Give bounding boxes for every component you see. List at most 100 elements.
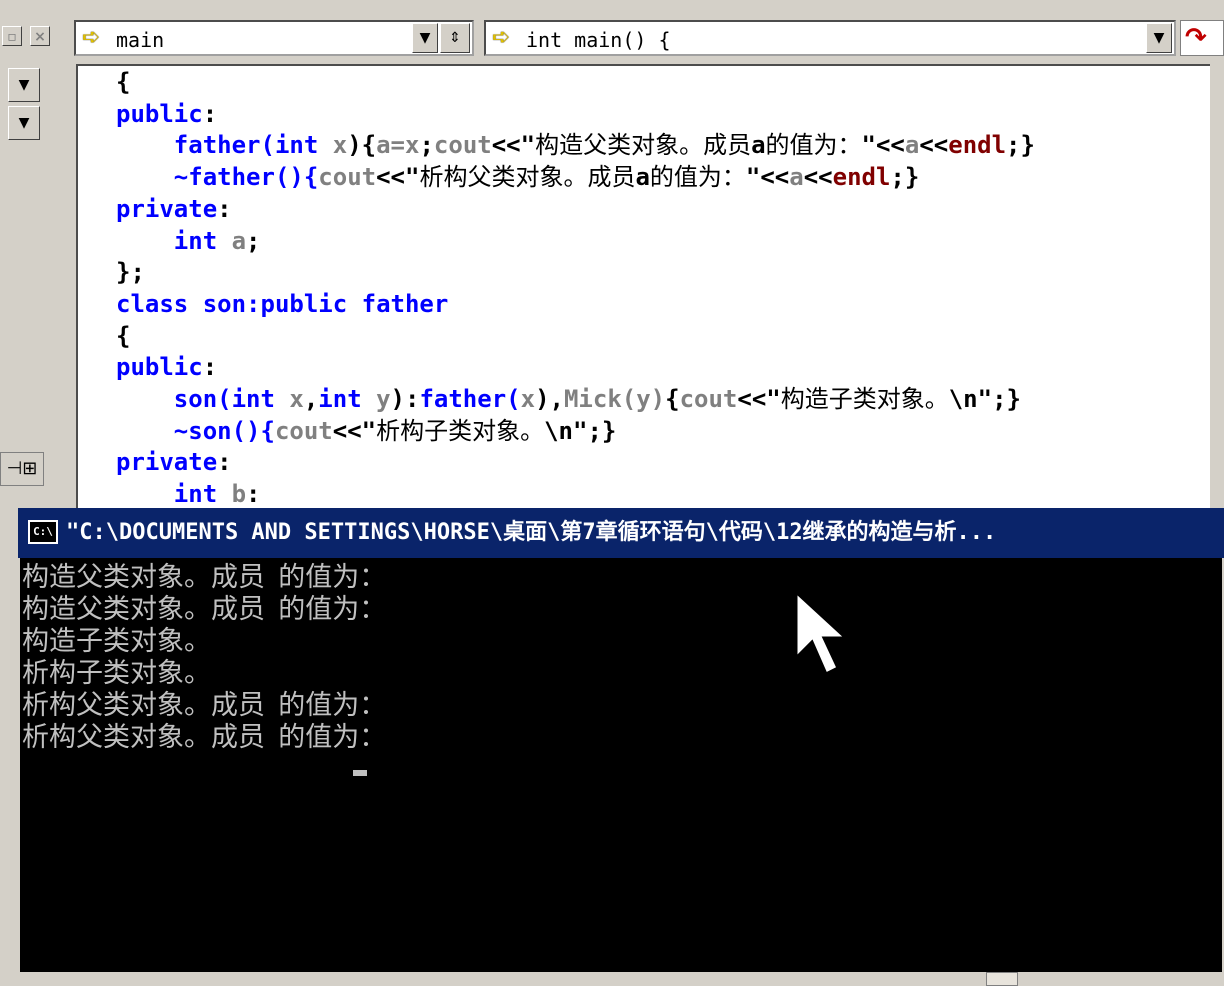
code-line-token: a=x xyxy=(376,131,420,160)
code-line-token: ; xyxy=(246,226,261,255)
code-line-token: 的值为： xyxy=(765,131,862,160)
code-line-token: father( xyxy=(419,385,521,413)
console-caret xyxy=(353,770,368,776)
console-line: 构造父类对象。成员a的值为：3 xyxy=(22,594,400,626)
mouse-pointer-icon xyxy=(794,588,850,677)
code-line: int a; xyxy=(116,225,261,257)
code-line-token: ): xyxy=(390,385,420,413)
code-line-token: int xyxy=(116,226,232,255)
code-line-token: b xyxy=(231,480,247,509)
member-combobox[interactable]: ➪ int main() { ▼ xyxy=(484,20,1176,56)
code-line: public: xyxy=(116,351,217,383)
code-line-token: <<" xyxy=(332,416,377,445)
code-line-token: \n";} xyxy=(544,416,617,445)
redo-arrow-icon: ↷ xyxy=(1185,23,1207,53)
code-line-token: ~father(){ xyxy=(116,163,319,192)
console-line-token: a xyxy=(265,695,279,720)
code-line-token: : xyxy=(217,194,232,223)
console-line: 构造子类对象。 xyxy=(22,626,211,658)
code-line: ~son(){cout<<"析构子类对象。\n";} xyxy=(116,415,617,447)
console-line-token: 析构父类对象。成员 xyxy=(22,690,265,721)
editor-vertical-scrollbar[interactable] xyxy=(1210,64,1224,510)
scope-spin-button[interactable]: ⇕ xyxy=(440,23,470,53)
code-line-token: Mick(y) xyxy=(563,385,666,413)
code-line-token: y xyxy=(376,385,391,413)
code-line-token: son(int xyxy=(116,385,290,413)
code-line-token: { xyxy=(116,68,131,96)
code-line-token: "<< xyxy=(745,163,790,192)
console-line: 析构父类对象。成员a的值为：2 xyxy=(22,722,400,754)
code-line-token: public xyxy=(116,353,203,382)
code-line-token: cout xyxy=(274,416,333,445)
code-line-token: <<" xyxy=(376,163,420,192)
code-line: father(int x){a=x;cout<<"构造父类对象。成员a的值为："… xyxy=(116,129,1035,161)
code-line-token: ){ xyxy=(347,131,377,160)
code-line: private: xyxy=(116,446,232,478)
code-line-token: endl xyxy=(948,131,1007,160)
code-line-token: << xyxy=(803,163,833,192)
code-line-token: <<" xyxy=(737,385,781,413)
console-line: 析构父类对象。成员a的值为：3 xyxy=(22,690,400,722)
goto-definition-button[interactable]: ↷ xyxy=(1180,20,1224,56)
console-line-token: 2 xyxy=(386,567,400,592)
console-output: 构造父类对象。成员a的值为：2 构造父类对象。成员a的值为：3 构造子类对象。 析构子… xyxy=(0,562,1224,972)
console-line-token: 2 xyxy=(386,727,400,752)
code-line-token: : xyxy=(202,99,218,128)
pane-dropdown-button-1[interactable]: ▼ xyxy=(8,68,40,102)
code-line-token: int xyxy=(318,385,377,413)
pin-icon[interactable]: ⊣⊞ xyxy=(0,452,44,486)
code-line-token: cout xyxy=(679,385,738,413)
code-line: ~father(){cout<<"析构父类对象。成员a的值为："<<a<<end… xyxy=(116,161,920,193)
workspace-pane: ▼ ▼ ⊣⊞ xyxy=(0,64,74,510)
code-line-token: : xyxy=(202,353,218,382)
code-editor[interactable]: {public: father(int x){a=x;cout<<"构造父类对象… xyxy=(76,64,1212,510)
code-line: { xyxy=(116,320,130,352)
console-line-token: 3 xyxy=(386,695,400,720)
console-line-token: 的值为： xyxy=(278,690,387,721)
restore-pane-button[interactable]: ▫ xyxy=(2,26,22,46)
console-line-token: 析构子类对象。 xyxy=(22,658,211,689)
yellow-arrow-icon: ➪ xyxy=(82,25,101,50)
member-dropdown-button[interactable]: ▼ xyxy=(1146,23,1172,53)
code-line: class son:public father xyxy=(116,288,448,320)
code-line-token: 析构父类对象。成员 xyxy=(419,163,636,192)
console-line-token: a xyxy=(265,599,279,624)
code-line-token: a xyxy=(231,226,247,255)
console-icon: C:\ xyxy=(28,520,58,544)
code-line-token: endl xyxy=(832,163,891,192)
scope-combobox-value: main xyxy=(116,28,165,52)
code-line: }; xyxy=(116,256,145,288)
code-line-token: { xyxy=(116,321,131,350)
horizontal-scrollbar-thumb[interactable] xyxy=(986,972,1018,986)
wizard-bar: ▫ × ➪ main ▼ ⇕ ➪ int main() { ▼ ↷ xyxy=(0,14,1224,64)
code-line: { xyxy=(116,66,130,98)
console-line-token: 3 xyxy=(386,599,400,624)
close-pane-button[interactable]: × xyxy=(30,26,50,46)
code-line-token: 构造父类对象。成员 xyxy=(535,131,752,160)
code-line-token: cout xyxy=(433,131,492,160)
code-line-token: << xyxy=(919,131,949,160)
code-line-token: private xyxy=(116,448,218,477)
console-line-token: 的值为： xyxy=(278,722,387,753)
code-line-token: x xyxy=(520,385,536,413)
console-line-token: 构造父类对象。成员 xyxy=(22,562,265,593)
horizontal-scrollbar[interactable] xyxy=(18,972,1224,986)
code-line-token: { xyxy=(665,385,680,413)
scope-combobox[interactable]: ➪ main ▼ ⇕ xyxy=(74,20,474,56)
console-line: 析构子类对象。 xyxy=(22,658,211,690)
console-line-token: 的值为： xyxy=(278,562,387,593)
member-combobox-value: int main() { xyxy=(526,28,671,52)
code-line-token: : xyxy=(217,448,232,477)
code-line-token: class son:public father xyxy=(116,289,449,318)
console-line-token: 析构父类对象。成员 xyxy=(22,722,265,753)
code-line: public: xyxy=(116,98,217,130)
code-line-token: x xyxy=(332,131,348,160)
console-line-token: 构造父类对象。成员 xyxy=(22,594,265,625)
toolbar-strip xyxy=(0,0,1224,15)
code-line-token: 析构子类对象。 xyxy=(376,416,545,445)
scope-dropdown-button[interactable]: ▼ xyxy=(412,23,438,53)
pane-dropdown-button-2[interactable]: ▼ xyxy=(8,106,40,140)
code-line-token: int xyxy=(116,480,232,509)
yellow-arrow-icon: ➪ xyxy=(492,25,511,50)
console-line-token: Press any key to continue xyxy=(22,757,354,782)
